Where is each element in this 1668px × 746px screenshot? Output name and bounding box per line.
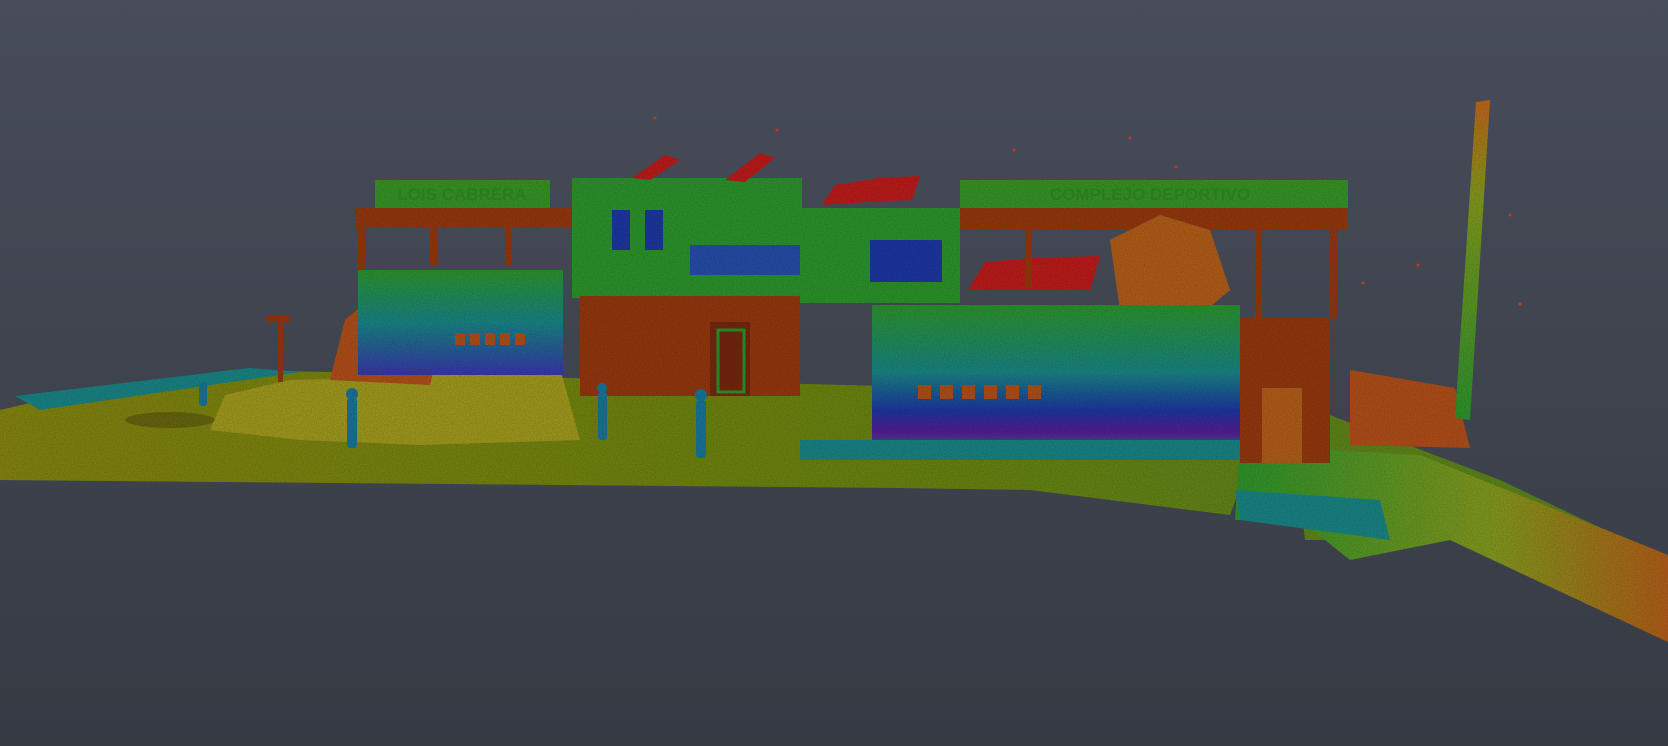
canopy-left-posts — [357, 226, 512, 274]
central-ground-floor — [580, 296, 800, 396]
sign-right-text: COMPLEJO DEPORTIVO — [1050, 185, 1250, 204]
central-tower-blue-band — [690, 245, 800, 275]
point-cloud-scene[interactable]: LOIS CABRERA COMPLEJO DEPORTIVO — [0, 0, 1668, 746]
lamp-head — [266, 316, 290, 322]
point-cloud-viewport[interactable]: LOIS CABRERA COMPLEJO DEPORTIVO — [0, 0, 1668, 746]
mid-block-window — [870, 240, 942, 282]
point-cloud — [0, 100, 1668, 642]
right-embankment — [1235, 445, 1668, 642]
sign-left-text: LOIS CABRERA — [397, 185, 526, 204]
main-wall-base — [800, 440, 1240, 460]
fence-right — [1350, 370, 1470, 448]
ground-shadow — [125, 412, 215, 428]
lamp-post — [278, 320, 283, 382]
tall-pole — [1455, 100, 1490, 420]
canopy-left-beam — [355, 208, 575, 228]
main-wall — [872, 305, 1240, 455]
gate-door — [1262, 388, 1302, 463]
central-tower — [572, 178, 802, 298]
left-building-wall — [358, 270, 563, 375]
